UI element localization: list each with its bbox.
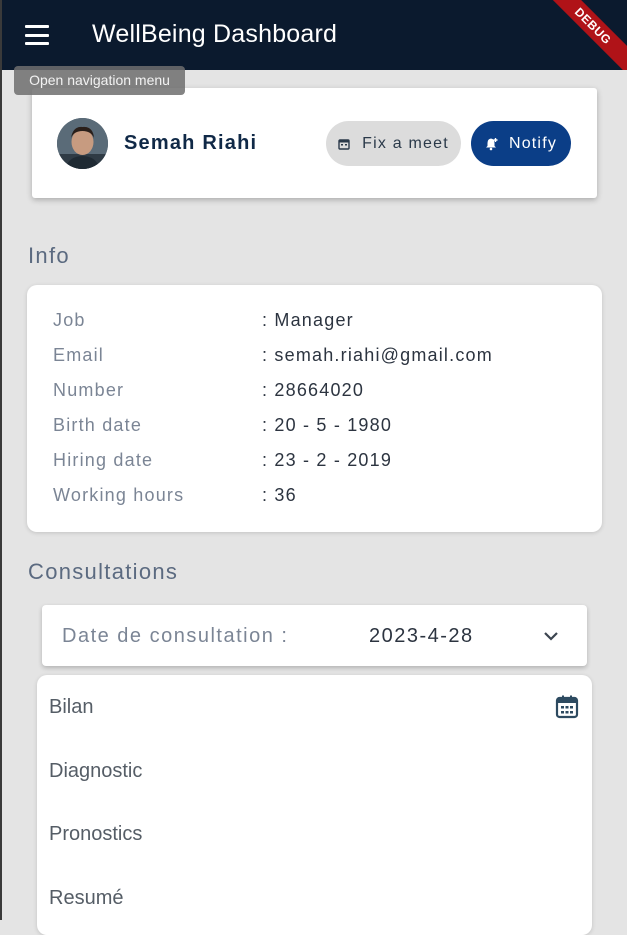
info-value: : 23 - 2 - 2019 <box>262 450 393 470</box>
info-label: Working hours <box>53 485 185 505</box>
info-label: Job <box>53 310 86 330</box>
info-card: Job : Manager Email : semah.riahi@gmail.… <box>27 285 602 532</box>
menu-icon[interactable] <box>22 22 52 48</box>
info-label: Hiring date <box>53 450 154 470</box>
menu-line <box>25 42 49 45</box>
bilan-field[interactable]: Bilan <box>49 696 569 724</box>
menu-line <box>25 33 49 37</box>
info-label: Number <box>53 380 125 400</box>
window-edge <box>0 0 2 920</box>
app-title: WellBeing Dashboard <box>92 20 338 48</box>
info-label: Email <box>53 345 105 365</box>
menu-tooltip: Open navigation menu <box>14 66 185 95</box>
resume-field[interactable]: Resumé <box>49 887 569 915</box>
info-value: : 36 <box>262 485 297 505</box>
app-bar: WellBeing Dashboard DEBUG <box>2 0 627 70</box>
avatar <box>57 118 108 169</box>
info-row-birth-date: Birth date : 20 - 5 - 1980 <box>53 415 593 439</box>
consultations-section-title: Consultations <box>28 559 179 584</box>
profile-name: Semah Riahi <box>124 132 258 154</box>
info-row-hiring-date: Hiring date : 23 - 2 - 2019 <box>53 450 593 474</box>
info-value: : semah.riahi@gmail.com <box>262 345 493 365</box>
info-label: Birth date <box>53 415 143 435</box>
diagnostic-field[interactable]: Diagnostic <box>49 760 569 788</box>
info-row-email: Email : semah.riahi@gmail.com <box>53 345 593 369</box>
calendar-icon <box>338 138 350 150</box>
menu-line <box>25 25 49 28</box>
info-value: : Manager <box>262 310 354 330</box>
info-row-number: Number : 28664020 <box>53 380 593 404</box>
consultation-form-card: Bilan Diagnostic Pronostics Resumé <box>37 675 592 935</box>
bell-plus-icon <box>485 137 498 150</box>
pronostics-field[interactable]: Pronostics <box>49 823 569 851</box>
notify-button[interactable]: Notify <box>471 121 571 166</box>
fix-meet-label: Fix a meet <box>362 134 449 152</box>
info-value: : 20 - 5 - 1980 <box>262 415 393 435</box>
info-section-title: Info <box>28 243 70 268</box>
consultation-date-dropdown[interactable]: Date de consultation : 2023-4-28 <box>42 605 587 666</box>
notify-label: Notify <box>508 134 558 152</box>
info-row-job: Job : Manager <box>53 310 593 334</box>
info-value: : 28664020 <box>262 380 365 400</box>
debug-banner: DEBUG <box>536 0 627 70</box>
chevron-down-icon <box>544 632 558 641</box>
fix-meet-button[interactable]: Fix a meet <box>326 121 461 166</box>
date-value: 2023-4-28 <box>369 625 474 647</box>
info-row-working-hours: Working hours : 36 <box>53 485 593 509</box>
profile-card: Semah Riahi Fix a meet Notify <box>32 88 597 198</box>
date-label: Date de consultation : <box>62 625 289 647</box>
